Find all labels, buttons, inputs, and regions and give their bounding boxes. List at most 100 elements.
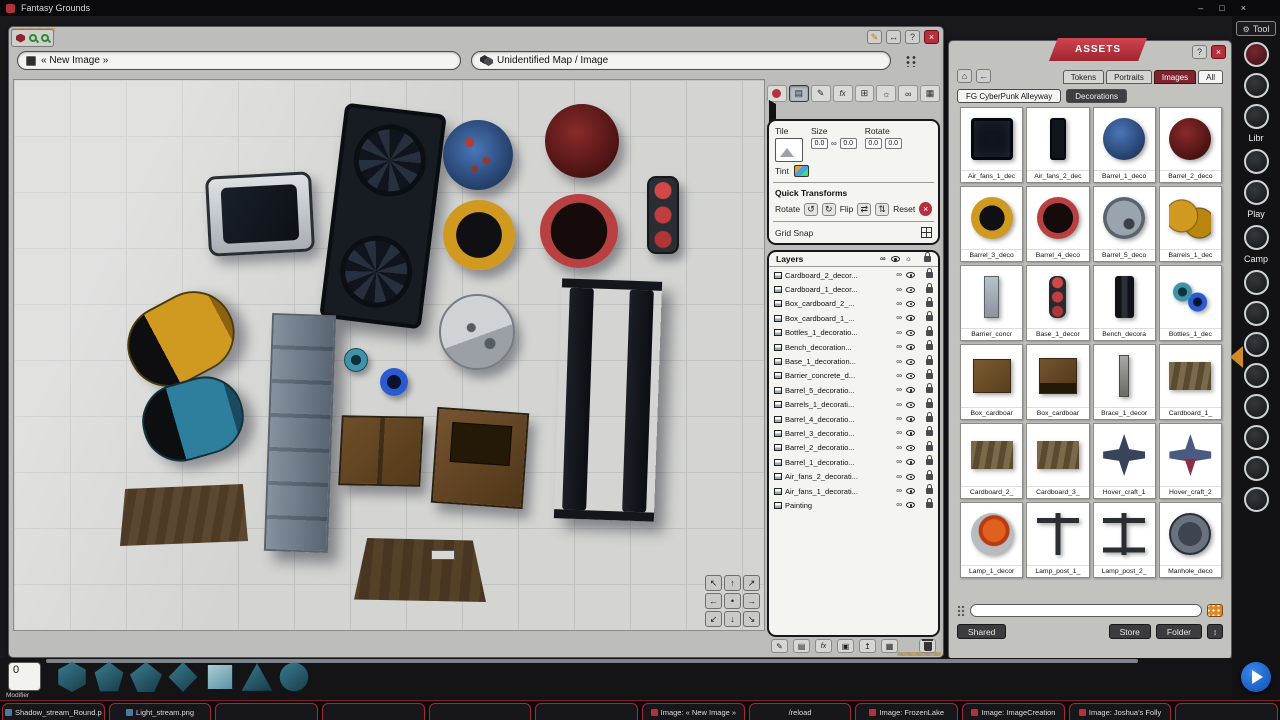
asset-card[interactable]: Cardboard_3_	[1026, 423, 1089, 499]
layer-link-icon[interactable]	[896, 501, 902, 509]
canvas-object-air-fans[interactable]	[319, 103, 447, 330]
layer-visibility-icon[interactable]	[906, 272, 915, 278]
layer-row[interactable]: Barrel_1_decoratio...	[769, 455, 938, 469]
link-dimensions-icon[interactable]: ∞	[831, 139, 837, 148]
modifier-box[interactable]: 0	[8, 662, 41, 691]
canvas-object-box-2[interactable]	[431, 407, 529, 509]
layer-lock-icon[interactable]	[926, 387, 933, 393]
asset-card[interactable]: Cardboard_2_	[960, 423, 1023, 499]
canvas-object-box-1[interactable]	[338, 415, 424, 486]
layer-lock-icon[interactable]	[926, 344, 933, 350]
asset-card[interactable]: Box_cardboar	[960, 344, 1023, 420]
assets-help-icon[interactable]	[1192, 45, 1207, 59]
tab-portraits[interactable]: Portraits	[1106, 70, 1152, 84]
pan-up-button[interactable]: ↑	[724, 575, 741, 591]
tab-tokens[interactable]: Tokens	[1063, 70, 1104, 84]
asset-card[interactable]: Box_cardboar	[1026, 344, 1089, 420]
grid-snap-toggle-icon[interactable]	[921, 227, 932, 238]
tab-all[interactable]: All	[1198, 70, 1223, 84]
die-roll-icon[interactable]	[16, 34, 25, 43]
sidebar-dice-icon[interactable]	[1244, 73, 1269, 98]
layer-lock-icon[interactable]	[926, 373, 933, 379]
layer-row[interactable]: Barrel_5_decoratio...	[769, 383, 938, 397]
layer-visibility-icon[interactable]	[906, 488, 915, 494]
canvas-object-barrel-yellow-open[interactable]	[443, 200, 515, 270]
rotate-ccw-icon[interactable]: ↺	[804, 203, 818, 216]
effects-mode-icon[interactable]	[833, 85, 853, 102]
table-mode-icon[interactable]	[920, 85, 940, 102]
layer-row[interactable]: Base_1_decoration...	[769, 354, 938, 368]
layer-row[interactable]: Air_fans_1_decorati...	[769, 484, 938, 498]
taskbar-tab[interactable]	[1175, 703, 1278, 720]
layer-row[interactable]: Cardboard_1_decor...	[769, 282, 938, 296]
layer-row[interactable]: Painting	[769, 498, 938, 512]
lighting-mode-icon[interactable]	[876, 85, 896, 102]
asset-card[interactable]: Brace_1_decor	[1093, 344, 1156, 420]
taskbar-tab[interactable]	[215, 703, 318, 720]
shared-button[interactable]: Shared	[957, 624, 1006, 639]
layer-link-icon[interactable]	[896, 372, 902, 380]
pan-up-right-button[interactable]: ↗	[743, 575, 760, 591]
delete-layer-icon[interactable]	[919, 639, 936, 653]
asset-card[interactable]: Lamp_post_1_	[1026, 502, 1089, 578]
pointer-tool[interactable]	[765, 102, 942, 117]
sidebar-items-icon[interactable]	[1244, 363, 1269, 388]
layer-link-icon[interactable]	[896, 487, 902, 495]
die-d100-icon[interactable]	[278, 662, 310, 692]
breadcrumb-folder[interactable]: Decorations	[1066, 89, 1127, 103]
layer-row[interactable]: Barrier_concrete_d...	[769, 369, 938, 383]
canvas-object-bottle-teal[interactable]	[344, 348, 368, 372]
layer-visibility-icon[interactable]	[906, 301, 915, 307]
layer-link-icon[interactable]	[896, 343, 902, 351]
taskbar-tab[interactable]: Image: Joshua's Folly	[1069, 703, 1172, 720]
sidebar-tables-icon[interactable]	[1244, 104, 1269, 129]
layer-lock-icon[interactable]	[926, 315, 933, 321]
asset-card[interactable]: Lamp_1_decor	[960, 502, 1023, 578]
edit-icon[interactable]	[867, 30, 882, 44]
pan-down-left-button[interactable]: ↙	[705, 611, 722, 627]
layer-lock-icon[interactable]	[926, 359, 933, 365]
toggle-all-visibility-icon[interactable]	[891, 256, 900, 262]
play-label[interactable]: Play	[1247, 209, 1265, 219]
layer-link-icon[interactable]	[896, 473, 902, 481]
layer-link-icon[interactable]	[896, 271, 902, 279]
die-d20-icon[interactable]	[56, 662, 88, 692]
image-name-field[interactable]: « New Image »	[17, 51, 461, 70]
add-layer-icon[interactable]	[793, 639, 810, 653]
breadcrumb-module[interactable]: FG CyberPunk Alleyway	[957, 89, 1061, 103]
taskbar-tab[interactable]	[535, 703, 638, 720]
grid-mode-icon[interactable]	[855, 85, 875, 102]
canvas-object-bottle-blue[interactable]	[380, 368, 408, 396]
layer-visibility-icon[interactable]	[906, 430, 915, 436]
asset-card[interactable]: Barrel_2_deco	[1159, 107, 1222, 183]
zoom-in-icon[interactable]	[29, 34, 37, 42]
canvas-object-manhole[interactable]	[439, 294, 515, 370]
zoom-out-icon[interactable]	[41, 34, 49, 42]
tile-thumbnail[interactable]	[775, 138, 803, 162]
library-label[interactable]: Libr	[1248, 133, 1263, 143]
layer-visibility-icon[interactable]	[906, 416, 915, 422]
asset-card[interactable]: Barrels_1_dec	[1159, 186, 1222, 262]
die-d8-icon[interactable]	[167, 662, 199, 692]
canvas-object-barrel-red-open[interactable]	[540, 194, 618, 268]
layer-link-icon[interactable]	[896, 458, 902, 466]
asset-card[interactable]: Bottles_1_dec	[1159, 265, 1222, 341]
size-width-input[interactable]: 0.0	[811, 138, 828, 149]
taskbar-tab[interactable]: /reload	[749, 703, 852, 720]
link-all-layers-icon[interactable]	[880, 255, 886, 263]
play-button[interactable]	[1241, 662, 1271, 692]
taskbar-tab[interactable]: Image: « New Image »	[642, 703, 745, 720]
die-d4-icon[interactable]	[241, 662, 273, 692]
rotate-x-input[interactable]: 0.0	[865, 138, 882, 149]
tab-images[interactable]: Images	[1154, 70, 1196, 84]
lock-all-layers-icon[interactable]	[924, 256, 931, 262]
tiles-mode-icon[interactable]	[789, 85, 809, 102]
layer-visibility-icon[interactable]	[906, 287, 915, 293]
sidebar-combat-icon[interactable]	[1244, 225, 1269, 250]
asset-card[interactable]: Barrier_concr	[960, 265, 1023, 341]
layer-row[interactable]: Barrel_4_decoratio...	[769, 412, 938, 426]
canvas-object-cardboard-2[interactable]	[354, 538, 486, 602]
canvas-object-cooler[interactable]	[205, 171, 315, 256]
layer-link-icon[interactable]	[896, 329, 902, 337]
sidebar-calendar-icon[interactable]	[1244, 270, 1269, 295]
